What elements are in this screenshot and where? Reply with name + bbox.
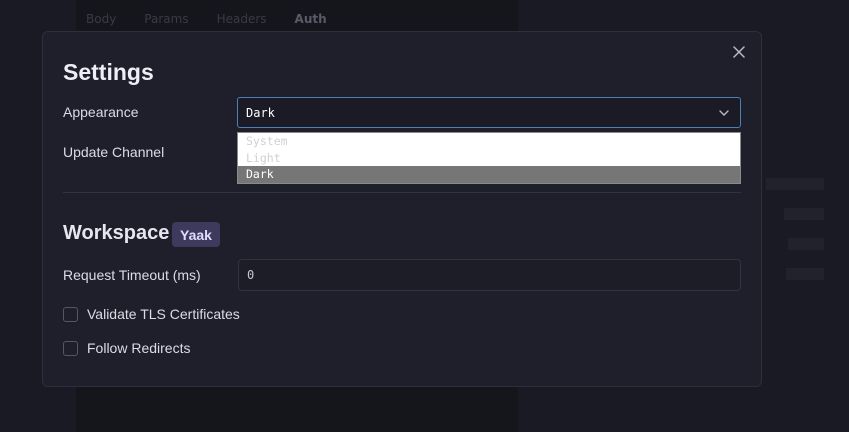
- appearance-selected-value: Dark: [246, 105, 275, 120]
- dialog-title: Settings: [63, 59, 154, 85]
- request-timeout-input[interactable]: 0: [238, 259, 741, 291]
- background-row-placeholder: [766, 178, 824, 190]
- section-divider: [63, 192, 741, 193]
- appearance-dropdown-list: System Light Dark: [237, 132, 741, 184]
- background-tab-auth: Auth: [294, 12, 327, 26]
- settings-dialog: Settings Appearance Dark System Light Da…: [42, 31, 762, 387]
- close-button[interactable]: [729, 42, 749, 62]
- background-row-placeholder: [786, 268, 824, 280]
- appearance-option-light[interactable]: Light: [238, 150, 740, 167]
- appearance-label: Appearance: [63, 104, 139, 120]
- background-response-rows: [760, 178, 824, 280]
- background-tab-body: Body: [86, 12, 117, 26]
- appearance-option-system[interactable]: System: [238, 133, 740, 150]
- background-tab-headers: Headers: [216, 12, 267, 26]
- background-tab-params: Params: [144, 12, 189, 26]
- validate-tls-label: Validate TLS Certificates: [87, 306, 240, 322]
- appearance-option-dark[interactable]: Dark: [238, 166, 740, 183]
- follow-redirects-row[interactable]: Follow Redirects: [63, 340, 190, 356]
- background-row-placeholder: [788, 238, 824, 250]
- validate-tls-checkbox[interactable]: [63, 306, 78, 322]
- update-channel-label: Update Channel: [63, 144, 165, 160]
- workspace-section-title: Workspace: [63, 222, 170, 244]
- close-icon: [733, 46, 745, 58]
- chevron-down-icon: [719, 110, 729, 116]
- follow-redirects-checkbox[interactable]: [63, 340, 78, 356]
- background-tabs: Body Params Headers Auth: [86, 12, 327, 26]
- background-row-placeholder: [784, 208, 824, 220]
- validate-tls-row[interactable]: Validate TLS Certificates: [63, 306, 240, 322]
- appearance-select[interactable]: Dark: [237, 97, 741, 128]
- request-timeout-label: Request Timeout (ms): [63, 267, 201, 283]
- workspace-name-badge: Yaak: [172, 222, 220, 247]
- request-timeout-value: 0: [247, 268, 255, 282]
- follow-redirects-label: Follow Redirects: [87, 340, 191, 356]
